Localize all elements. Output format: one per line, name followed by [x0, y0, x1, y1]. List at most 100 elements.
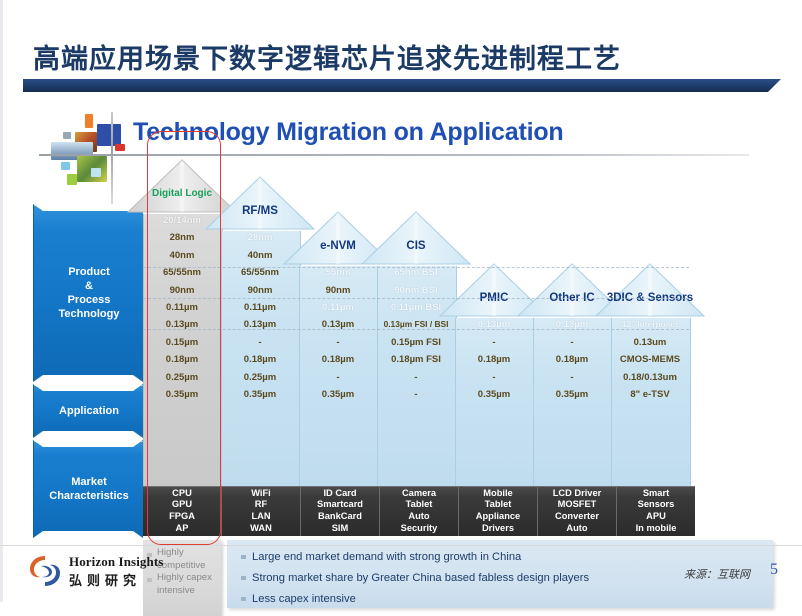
technology-columns: Digital Logic 20/14nm 28nm 40nm 65/55nm 90nm 0…	[126, 158, 773, 488]
technology-node: -	[414, 388, 418, 400]
category-column: Product & Process Technology Application Ma…	[33, 204, 143, 540]
title-rule	[23, 79, 781, 92]
technology-node: 0.13µm	[165, 319, 199, 331]
application-item: BankCard	[318, 511, 362, 521]
technology-column: RF/MS 28nm 40nm 65/55nm 90nm 0.11µm 0.13µm -0.1…	[204, 158, 316, 488]
category-label: Product & Process Technology	[58, 266, 120, 320]
application-item: Drivers	[481, 522, 515, 533]
technology-node: 0.15µm	[165, 336, 199, 348]
technology-node: 12" Interposer	[621, 319, 679, 330]
page-number: 5	[770, 561, 778, 578]
technology-node: 90nm	[325, 284, 351, 296]
slide: 高端应用场景下数字逻辑芯片追求先进制程工艺 Technology Migrati…	[0, 0, 802, 616]
application-item: WAN	[250, 522, 272, 533]
application-item: MOSFET	[557, 499, 597, 510]
application-cell: WiFi RF LAN WAN	[222, 486, 301, 536]
technology-node: 0.13µm	[477, 319, 511, 331]
technology-node: -	[492, 336, 496, 348]
application-item: Tablet	[405, 499, 433, 510]
title-rule-hairline	[23, 77, 781, 79]
brand-logo: Horizon Insights 弘则研究	[27, 551, 197, 591]
application-item: RF	[254, 499, 268, 510]
application-item: FPGA	[169, 511, 195, 521]
technology-column: Other IC 0.13µm -0.18µm -0.35µm	[516, 158, 628, 488]
column-node-list: 20/14nm 28nm 40nm 65/55nm 90nm 0.11µm 0.13µm 0.…	[143, 212, 221, 403]
technology-node: 8" e-TSV	[630, 388, 670, 400]
application-item: APU	[646, 511, 666, 521]
technology-node: 0.18µm	[321, 354, 355, 366]
application-item: Tablet	[484, 499, 512, 510]
category-product-process-technology: Product & Process Technology	[33, 204, 145, 382]
node-guide-line	[143, 328, 689, 330]
technology-node: 0.25µm	[165, 371, 199, 383]
application-item: AP	[175, 522, 189, 533]
content-card: Technology Migration on Application Prod…	[23, 104, 781, 616]
technology-node: 0.35µm	[243, 388, 277, 400]
technology-node: 40nm	[169, 249, 195, 261]
technology-node: -	[258, 336, 262, 348]
technology-node: -	[336, 336, 340, 348]
column-roof-icon	[594, 262, 706, 318]
technology-node: 0.18µm	[555, 354, 589, 366]
application-item: SIM	[331, 522, 349, 533]
application-item: In mobile	[635, 522, 677, 533]
technology-node: 0.18µm FSI	[391, 354, 441, 366]
technology-node: 0.35µm	[321, 388, 355, 400]
application-band: CPU GPU FPGA AP WiFi RF LAN WAN ID Card Smartcard…	[143, 486, 773, 536]
application-item: Converter	[555, 511, 599, 521]
technology-column: CIS 65nm BSI 90nm BSI 0.11µm BSI 0.13µm FSI …	[360, 158, 472, 488]
technology-node: 0.18µm	[165, 354, 199, 366]
market-right-item: Less capex intensive	[239, 592, 773, 606]
technology-node: 0.35µm	[477, 388, 511, 400]
application-item: LCD Driver	[552, 487, 602, 498]
technology-node: -	[492, 371, 496, 383]
application-item: CPU	[172, 487, 192, 498]
technology-node: 0.13µm	[321, 319, 355, 331]
column-node-list: 55nm 90nm 0.11µm 0.13µm -0.18µm -0.35µm	[299, 264, 377, 403]
technology-node: -	[336, 371, 340, 383]
application-item: ID Card	[323, 487, 357, 498]
logo-text-cn: 弘则研究	[69, 573, 142, 588]
technology-node: 0.18µm	[243, 354, 277, 366]
technology-node: 0.11µm	[166, 301, 198, 313]
application-item: Auto	[408, 511, 430, 521]
category-application: Application	[33, 384, 145, 438]
application-item: LAN	[251, 511, 271, 521]
technology-node: 0.35µm	[165, 388, 199, 400]
application-cell: Smart Sensors APU In mobile	[617, 486, 695, 536]
application-item: Smartcard	[317, 499, 363, 510]
application-cell: Mobile Tablet Appliance Drivers	[459, 486, 538, 536]
source-note: 来源：互联网	[684, 569, 750, 581]
application-cell: ID Card Smartcard BankCard SIM	[301, 486, 380, 536]
category-label: Application	[59, 405, 119, 417]
technology-node: CMOS-MEMS	[619, 354, 681, 366]
category-market-characteristics: Market Characteristics	[33, 440, 145, 538]
application-item: GPU	[171, 499, 193, 510]
application-item: Auto	[566, 522, 588, 533]
technology-node: 0.35µm	[555, 388, 589, 400]
technology-node: -	[414, 371, 418, 383]
technology-column: e-NVM 55nm 90nm 0.11µm 0.13µm -0.18µm -0.35µm	[282, 158, 394, 488]
technology-node: 0.11µm	[322, 301, 354, 313]
application-item: Security	[400, 522, 438, 533]
application-item: Sensors	[637, 499, 675, 510]
technology-node: 28nm	[169, 232, 195, 244]
collage-decoration-icon	[41, 112, 125, 200]
technology-node: 0.13µm FSI / BSI	[383, 319, 449, 330]
technology-node: 0.18µm	[477, 354, 511, 366]
footer-divider	[0, 545, 802, 546]
application-item: Camera	[401, 487, 437, 498]
node-guide-line	[143, 267, 689, 269]
technology-node: -	[570, 336, 574, 348]
technology-node: -	[570, 371, 574, 383]
application-item: Mobile	[483, 487, 513, 498]
page-title: 高端应用场景下数字逻辑芯片追求先进制程工艺	[33, 44, 621, 74]
technology-node: 0.11µm	[244, 301, 276, 313]
chart-title: Technology Migration on Application	[133, 118, 564, 146]
application-cell: CPU GPU FPGA AP	[143, 486, 222, 536]
slide-left-edge	[0, 0, 3, 602]
technology-column: 3DIC & Sensors 12" Interposer 0.13um CMOS-M…	[594, 158, 706, 488]
technology-node: 0.15µm FSI	[391, 336, 441, 348]
technology-node: 0.13µm	[243, 319, 277, 331]
node-guide-line	[143, 298, 689, 300]
